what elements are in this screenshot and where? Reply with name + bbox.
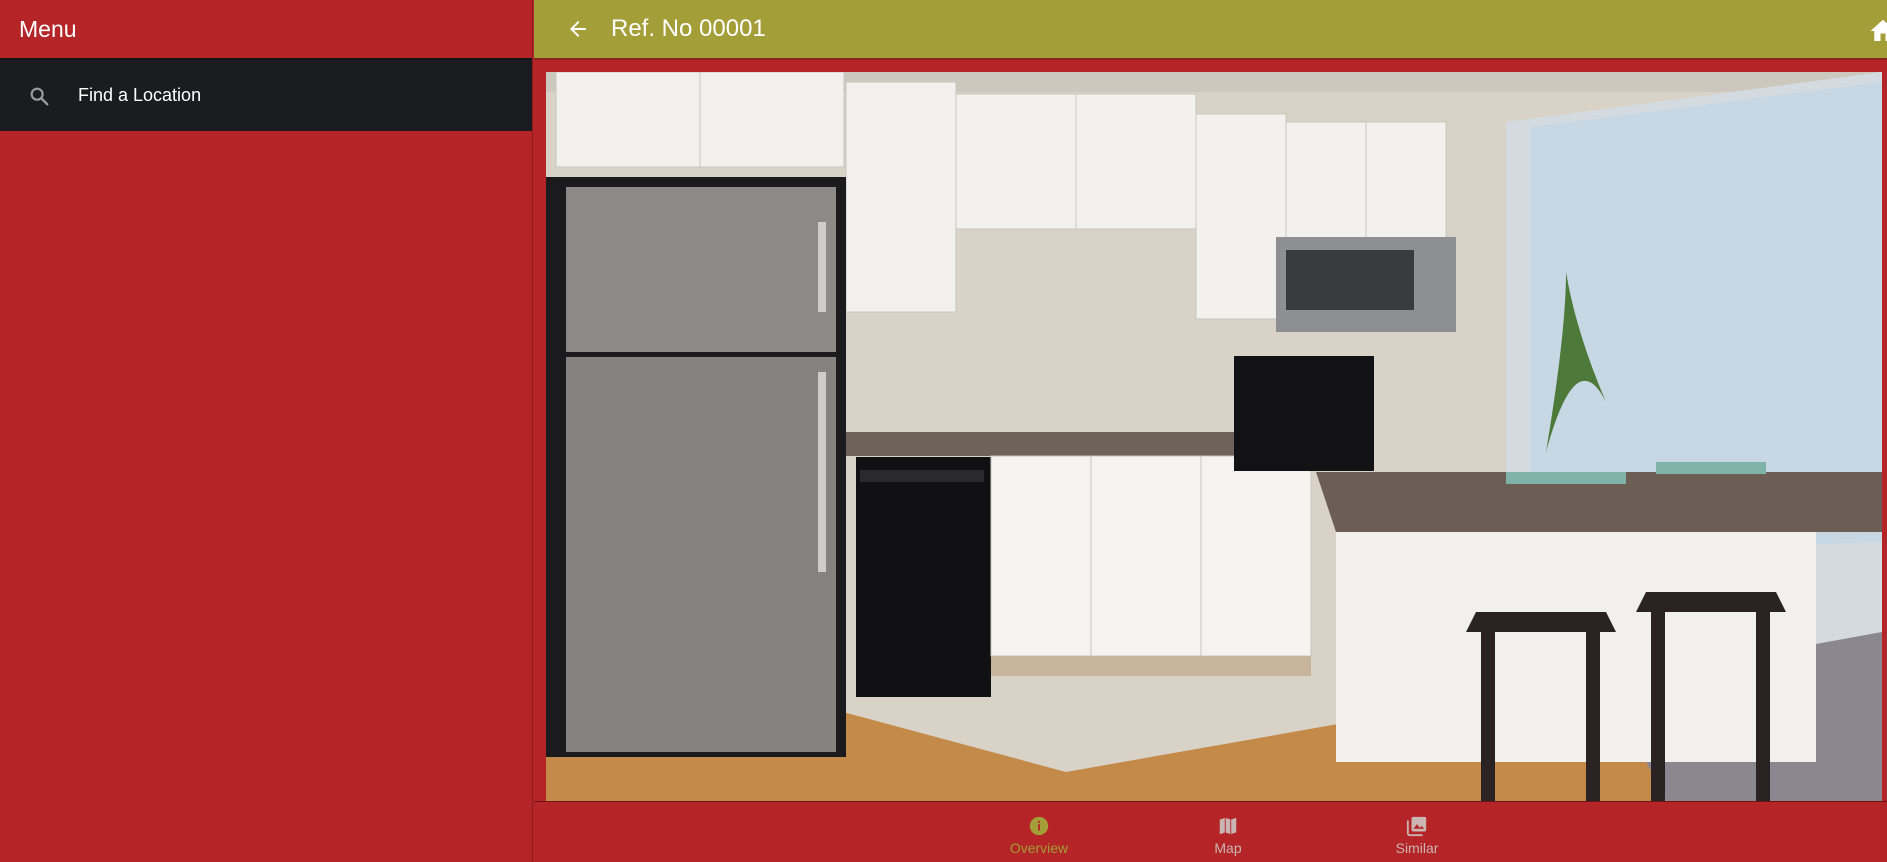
- arrow-left-icon: [570, 21, 586, 37]
- listing-photo: [546, 72, 1882, 801]
- photo-library-icon: [1406, 816, 1427, 837]
- page-title: Ref. No 00001: [611, 15, 766, 42]
- home-button[interactable]: [1867, 16, 1887, 46]
- tab-overview[interactable]: Overview: [979, 815, 1099, 856]
- side-menu: Menu Find a Location: [0, 0, 533, 862]
- top-app-bar: Ref. No 00001: [534, 0, 1887, 60]
- map-icon: [1219, 817, 1237, 835]
- detail-view: Ref. No 00001 Overview Map Similar: [534, 0, 1887, 862]
- tab-label: Overview: [1009, 840, 1069, 856]
- tab-label: Map: [1214, 840, 1242, 856]
- tab-similar[interactable]: Similar: [1357, 815, 1477, 856]
- tab-map[interactable]: Map: [1168, 815, 1288, 856]
- menu-item-find-location[interactable]: Find a Location: [0, 60, 532, 131]
- menu-header: Menu: [0, 0, 532, 60]
- menu-item-label: Find a Location: [78, 85, 202, 105]
- info-icon: [1029, 816, 1049, 836]
- tab-label: Similar: [1395, 840, 1439, 856]
- search-icon: [0, 85, 78, 107]
- kitchen-photo: [546, 72, 1882, 801]
- bottom-navigation: Overview Map Similar: [534, 801, 1887, 862]
- home-icon: [1870, 19, 1887, 41]
- menu-title: Menu: [19, 15, 77, 42]
- back-button[interactable]: [534, 0, 598, 59]
